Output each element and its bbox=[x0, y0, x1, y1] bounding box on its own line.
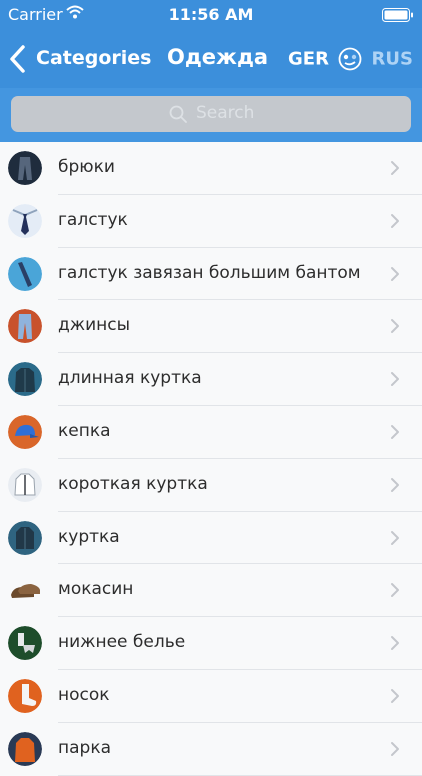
chevron-right-icon bbox=[391, 213, 399, 228]
search-bar: Search bbox=[0, 88, 422, 142]
list-item-underwear[interactable]: нижнее белье bbox=[0, 617, 422, 670]
item-label: джинсы bbox=[58, 315, 131, 336]
page-title: Одежда bbox=[167, 45, 269, 69]
back-chevron-icon[interactable] bbox=[8, 44, 28, 74]
list-item-jacket[interactable]: куртка bbox=[0, 511, 422, 565]
chevron-right-icon bbox=[391, 424, 399, 439]
list-item-parka[interactable]: парка bbox=[0, 722, 422, 776]
item-label: брюки bbox=[58, 157, 115, 177]
category-list: брюки галстук галстук завязан большим ба… bbox=[0, 142, 422, 776]
item-label: мокасин bbox=[58, 579, 134, 600]
swap-language-icon bbox=[338, 47, 362, 71]
item-label: кепка bbox=[58, 420, 111, 441]
chevron-right-icon bbox=[391, 688, 399, 703]
status-bar: Carrier 11:56 AM bbox=[0, 0, 422, 30]
lang-to-label: RUS bbox=[371, 48, 413, 70]
trousers-icon bbox=[8, 151, 42, 185]
back-button[interactable]: Categories bbox=[36, 47, 151, 69]
list-item-trousers[interactable]: брюки bbox=[0, 142, 422, 195]
list-item-long-jacket[interactable]: длинная куртка bbox=[0, 353, 422, 406]
short-jacket-icon bbox=[8, 467, 42, 502]
lang-from-label: GER bbox=[288, 48, 329, 70]
list-item-jeans[interactable]: джинсы bbox=[0, 300, 422, 354]
chevron-right-icon bbox=[391, 319, 399, 334]
cap-icon bbox=[8, 414, 42, 449]
jeans-icon bbox=[8, 309, 42, 344]
parka-icon bbox=[8, 731, 42, 766]
chevron-right-icon bbox=[391, 161, 399, 175]
item-label: галстук завязан большим бантом bbox=[58, 262, 361, 283]
list-item-short-jacket[interactable]: короткая куртка bbox=[0, 458, 422, 512]
chevron-right-icon bbox=[391, 266, 399, 281]
underwear-icon bbox=[8, 626, 42, 661]
list-item-sock[interactable]: носок bbox=[0, 669, 422, 723]
moccasin-icon bbox=[8, 573, 42, 608]
item-label: парка bbox=[58, 737, 112, 758]
chevron-right-icon bbox=[391, 636, 399, 651]
item-label: куртка bbox=[58, 526, 120, 547]
item-label: короткая куртка bbox=[58, 473, 208, 494]
bow-tie-icon bbox=[8, 256, 42, 291]
nav-bar: Categories Одежда GER RUS bbox=[0, 30, 422, 88]
chevron-right-icon bbox=[391, 477, 399, 492]
jacket-icon bbox=[8, 520, 42, 555]
search-placeholder: Search bbox=[196, 103, 255, 123]
language-switch[interactable]: GER RUS bbox=[288, 47, 413, 71]
chevron-right-icon bbox=[391, 530, 399, 545]
item-label: носок bbox=[58, 684, 110, 705]
tie-icon bbox=[8, 203, 42, 238]
chevron-right-icon bbox=[391, 583, 399, 598]
list-item-tie[interactable]: галстук bbox=[0, 194, 422, 248]
item-label: нижнее белье bbox=[58, 632, 186, 653]
search-icon bbox=[169, 105, 187, 123]
header: Carrier 11:56 AM Categories Одежда GER R… bbox=[0, 0, 422, 88]
item-label: галстук bbox=[58, 209, 128, 230]
battery-icon bbox=[382, 8, 413, 22]
clock: 11:56 AM bbox=[168, 5, 254, 24]
search-input[interactable]: Search bbox=[11, 96, 411, 132]
item-label: длинная куртка bbox=[58, 368, 202, 389]
list-item-bow-tie[interactable]: галстук завязан большим бантом bbox=[0, 247, 422, 301]
chevron-right-icon bbox=[391, 741, 399, 756]
long-jacket-icon bbox=[8, 362, 42, 397]
list-item-cap[interactable]: кепка bbox=[0, 405, 422, 459]
sock-icon bbox=[8, 678, 42, 713]
chevron-right-icon bbox=[391, 372, 399, 387]
list-item-moccasin[interactable]: мокасин bbox=[0, 564, 422, 618]
